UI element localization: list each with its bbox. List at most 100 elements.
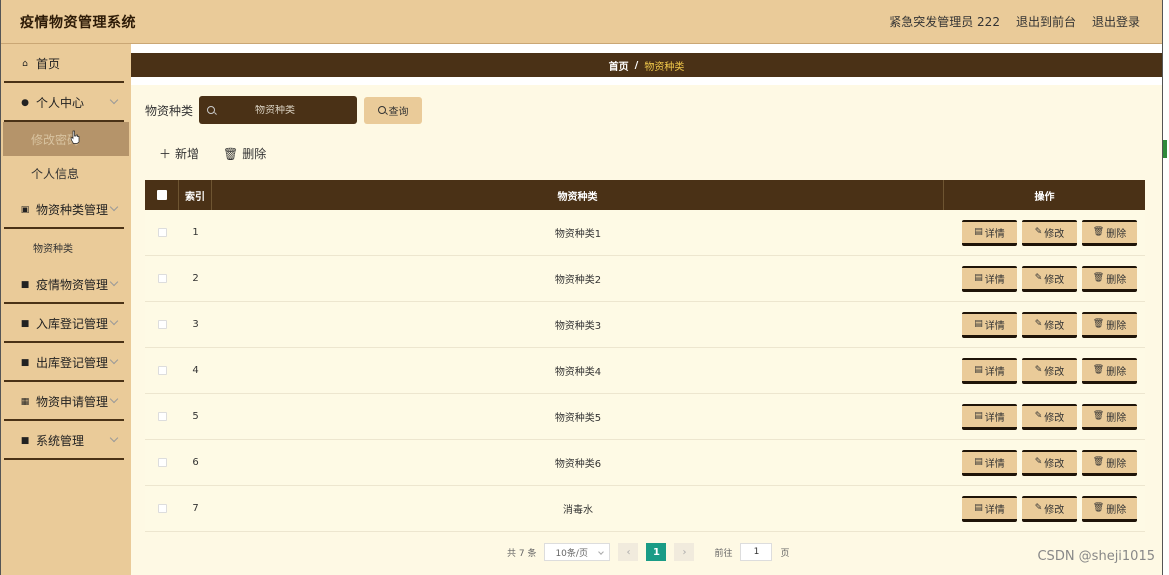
row-checkbox-cell [145, 320, 179, 329]
search-input[interactable] [215, 104, 336, 116]
user-label: 紧急突发管理员 222 [889, 15, 1000, 29]
row-name: 消毒水 [563, 505, 593, 516]
detail-button-label: 详情 [984, 274, 1005, 286]
delete-button[interactable]: 🗑 删除 [1082, 219, 1137, 246]
sidebar-item-outbound[interactable]: ■ 出库登记管理 [1, 343, 131, 382]
search-icon [377, 106, 386, 114]
delete-button[interactable]: 🗑 删除 [1082, 495, 1137, 522]
breadcrumb: 首页 / 物资种类 [131, 53, 1162, 77]
pagination: 共 7 条 10条/页 ‹ 1 › 前往 1 页 [507, 543, 789, 561]
logout-link[interactable]: 退出登录 [1092, 13, 1140, 30]
detail-button[interactable]: ▤ 详情 [962, 403, 1017, 430]
row-name: 物资种类2 [554, 275, 602, 286]
add-button[interactable]: ＋ 新增 [159, 145, 199, 162]
delete-button[interactable]: 🗑 删除 [1082, 265, 1137, 292]
delete-button[interactable]: 🗑 删除 [1082, 357, 1137, 384]
delete-button[interactable]: 🗑 删除 [1082, 449, 1137, 476]
row-checkbox[interactable] [157, 412, 167, 421]
chevron-down-icon [598, 549, 605, 555]
breadcrumb-current: 物资种类 [644, 61, 685, 73]
delete-button[interactable]: 🗑 删除 [1082, 403, 1137, 430]
sidebar-subitem-change-password[interactable]: 修改密码 [3, 122, 129, 156]
row-checkbox[interactable] [157, 274, 167, 283]
row-actions: ▤ 详情 ✎ 修改 🗑 删除 [944, 311, 1145, 338]
grid-icon: ■ [20, 279, 30, 290]
table-row: 1 物资种类1 ▤ 详情 ✎ 修改 🗑 删除 [145, 210, 1145, 256]
sidebar-item-inbound[interactable]: ■ 入库登记管理 [1, 304, 131, 343]
query-button[interactable]: 查询 [364, 96, 423, 124]
row-checkbox[interactable] [157, 366, 167, 375]
sidebar-item-personal-center[interactable]: ● 个人中心 [1, 83, 131, 122]
delete-button-label: 删除 [1106, 228, 1127, 240]
sidebar-item-label: 入库登记管理 [36, 317, 109, 331]
goto-label: 前往 [714, 548, 733, 559]
delete-button[interactable]: 🗑 删除 [1082, 311, 1137, 338]
table-header: 索引 物资种类 操作 [145, 180, 1145, 210]
sidebar-item-system[interactable]: ■ 系统管理 [1, 421, 131, 460]
table-row: 6 物资种类6 ▤ 详情 ✎ 修改 🗑 删除 [145, 440, 1145, 486]
sidebar-item-epidemic-supplies[interactable]: ■ 疫情物资管理 [1, 265, 131, 304]
sidebar-subitem-personal-info[interactable]: 个人信息 [1, 156, 131, 190]
trash-icon: 🗑 [1092, 319, 1105, 329]
edit-button[interactable]: ✎ 修改 [1022, 219, 1077, 246]
add-button-label: 新增 [175, 147, 200, 161]
edit-button[interactable]: ✎ 修改 [1022, 403, 1077, 430]
table-row: 7 消毒水 ▤ 详情 ✎ 修改 🗑 删除 [145, 486, 1145, 532]
bulk-delete-button[interactable]: 🗑 删除 [223, 145, 266, 162]
clipboard-icon: ▣ [20, 204, 30, 215]
top-header: 疫情物资管理系统 紧急突发管理员 222 退出到前台 退出登录 [1, 0, 1162, 44]
search-input-wrapper [199, 96, 358, 124]
sidebar-item-home[interactable]: ⌂ 首页 [1, 44, 131, 83]
edit-button[interactable]: ✎ 修改 [1022, 311, 1077, 338]
prev-page-button[interactable]: ‹ [618, 543, 639, 561]
row-checkbox[interactable] [157, 504, 167, 513]
row-index: 1 [192, 227, 199, 238]
row-index: 7 [192, 503, 199, 514]
sidebar-subitem-category[interactable]: 物资种类 [1, 229, 131, 265]
chevron-down-icon [109, 202, 119, 212]
row-checkbox[interactable] [157, 320, 167, 329]
back-to-front-link[interactable]: 退出到前台 [1016, 13, 1076, 30]
page-size-select[interactable]: 10条/页 [544, 543, 611, 561]
detail-button-label: 详情 [984, 320, 1005, 332]
detail-button[interactable]: ▤ 详情 [962, 495, 1017, 522]
scroll-edge-indicator [1163, 140, 1167, 158]
page-number-current[interactable]: 1 [646, 543, 667, 561]
row-checkbox-cell [145, 274, 179, 283]
goto-page-input[interactable]: 1 [740, 543, 773, 561]
watermark: CSDN @sheji1015 [1037, 549, 1155, 564]
row-checkbox[interactable] [157, 458, 167, 467]
table-row: 3 物资种类3 ▤ 详情 ✎ 修改 🗑 删除 [145, 302, 1145, 348]
row-index: 6 [192, 457, 199, 468]
sidebar-item-category-mgmt[interactable]: ▣ 物资种类管理 [1, 190, 131, 229]
row-checkbox-cell [145, 228, 179, 237]
delete-button-label: 删除 [1106, 504, 1127, 516]
trash-icon: 🗑 [1092, 227, 1105, 237]
row-checkbox[interactable] [157, 228, 167, 237]
app-title: 疫情物资管理系统 [20, 14, 136, 31]
chevron-down-icon [109, 316, 119, 326]
document-icon: ▤ [974, 227, 983, 237]
detail-button[interactable]: ▤ 详情 [962, 449, 1017, 476]
detail-button[interactable]: ▤ 详情 [962, 357, 1017, 384]
grid-icon: ■ [20, 318, 30, 329]
detail-button[interactable]: ▤ 详情 [962, 219, 1017, 246]
sidebar-item-applications[interactable]: ▦ 物资申请管理 [1, 382, 131, 421]
breadcrumb-home[interactable]: 首页 [609, 58, 629, 73]
edit-button[interactable]: ✎ 修改 [1022, 265, 1077, 292]
detail-button[interactable]: ▤ 详情 [962, 311, 1017, 338]
table-row: 2 物资种类2 ▤ 详情 ✎ 修改 🗑 删除 [145, 256, 1145, 302]
next-page-button[interactable]: › [674, 543, 695, 561]
row-actions: ▤ 详情 ✎ 修改 🗑 删除 [944, 219, 1145, 246]
select-all-checkbox[interactable] [156, 190, 167, 200]
grid-icon: ■ [20, 357, 30, 368]
edit-button[interactable]: ✎ 修改 [1022, 357, 1077, 384]
edit-button[interactable]: ✎ 修改 [1022, 449, 1077, 476]
detail-button[interactable]: ▤ 详情 [962, 265, 1017, 292]
edit-button[interactable]: ✎ 修改 [1022, 495, 1077, 522]
column-header-index: 索引 [179, 180, 212, 210]
pencil-icon: ✎ [1034, 411, 1043, 421]
row-actions: ▤ 详情 ✎ 修改 🗑 删除 [944, 265, 1145, 292]
search-icon [207, 106, 216, 114]
detail-button-label: 详情 [984, 412, 1005, 424]
